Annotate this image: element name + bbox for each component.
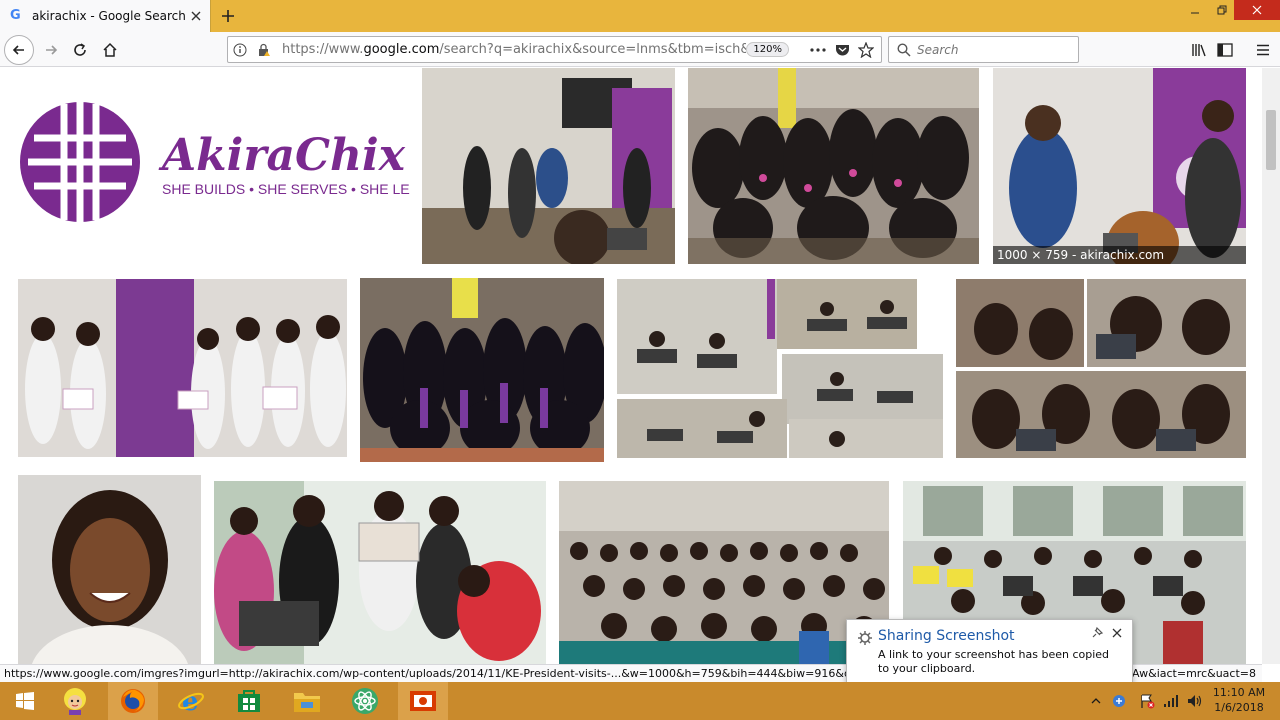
sharing-screenshot-notification[interactable]: Sharing Screenshot A link to your screen… bbox=[846, 619, 1133, 684]
menu-button[interactable] bbox=[1248, 35, 1278, 65]
taskbar-store[interactable] bbox=[224, 682, 274, 720]
image-result-ke-president-visit[interactable]: 1000 × 759 - akirachix.com bbox=[993, 68, 1246, 264]
tray-network[interactable] bbox=[1160, 682, 1182, 720]
home-button[interactable] bbox=[95, 35, 125, 65]
back-button[interactable] bbox=[4, 35, 34, 65]
image-result-portrait-smiling-woman[interactable] bbox=[18, 475, 201, 664]
tray-security-alert[interactable] bbox=[1136, 682, 1158, 720]
image-result-girls-with-laptops[interactable] bbox=[214, 481, 546, 664]
restore-button[interactable] bbox=[1207, 0, 1237, 20]
taskbar-atom[interactable] bbox=[340, 682, 390, 720]
image-result-akirachix-logo[interactable]: AkiraChix SHE BUILDS • SHE SERVES • SHE … bbox=[14, 68, 410, 264]
taskbar-clock[interactable]: 11:10 AM 1/6/2018 bbox=[1206, 685, 1272, 715]
forward-arrow-icon bbox=[46, 45, 58, 55]
url-text[interactable]: https://www.google.com/search?q=akirachi… bbox=[276, 42, 746, 57]
internet-explorer-icon: e bbox=[178, 687, 204, 715]
image-dimensions-caption: 1000 × 759 - akirachix.com bbox=[993, 246, 1246, 264]
svg-text:e: e bbox=[182, 687, 199, 715]
tab-title: akirachix - Google Search bbox=[32, 9, 186, 23]
status-bar-url-tail: wAw&iact=mrc&uact=8 bbox=[1119, 667, 1256, 680]
vertical-scrollbar[interactable] bbox=[1262, 68, 1280, 664]
tab-akirachix-search[interactable]: G akirachix - Google Search bbox=[0, 0, 211, 32]
pin-icon[interactable] bbox=[1090, 626, 1104, 640]
clock-time: 11:10 AM bbox=[1212, 686, 1266, 699]
firefox-window: G akirachix - Google Search https://www.… bbox=[0, 0, 1280, 720]
cartoon-avatar-icon bbox=[64, 688, 86, 715]
reload-icon bbox=[74, 43, 86, 56]
firefox-icon bbox=[121, 689, 145, 713]
flag-alert-icon bbox=[1141, 694, 1155, 709]
show-hidden-icons-button[interactable] bbox=[1088, 682, 1104, 720]
chevron-up-icon bbox=[1091, 698, 1101, 704]
image-result-auditorium-audience[interactable] bbox=[559, 481, 889, 664]
logo-tagline-text: SHE BUILDS • SHE SERVES • SHE LEADS bbox=[162, 181, 410, 197]
navigation-toolbar: https://www.google.com/search?q=akirachi… bbox=[0, 32, 1280, 67]
notification-close-icon[interactable] bbox=[1110, 626, 1124, 640]
page-actions-icon[interactable] bbox=[809, 41, 827, 59]
notification-title: Sharing Screenshot bbox=[878, 628, 1015, 644]
network-share-icon bbox=[1113, 695, 1125, 707]
hamburger-icon bbox=[1257, 44, 1269, 56]
search-bar[interactable] bbox=[888, 36, 1079, 63]
close-window-button[interactable] bbox=[1234, 0, 1280, 20]
notification-body: A link to your screenshot has been copie… bbox=[878, 648, 1110, 675]
tab-strip: G akirachix - Google Search bbox=[0, 0, 1280, 32]
taskbar-firefox[interactable] bbox=[108, 682, 158, 720]
forward-button[interactable] bbox=[36, 35, 66, 65]
home-icon bbox=[103, 42, 117, 57]
windows-logo-icon bbox=[16, 692, 34, 710]
clock-date: 1/6/2018 bbox=[1214, 701, 1264, 714]
tray-share-status[interactable] bbox=[1108, 682, 1130, 720]
reload-button[interactable] bbox=[65, 35, 95, 65]
library-icon bbox=[1192, 44, 1206, 57]
screenshot-tool-icon bbox=[858, 631, 872, 645]
store-icon bbox=[238, 690, 260, 712]
tray-volume[interactable] bbox=[1184, 682, 1206, 720]
tab-close-icon[interactable] bbox=[186, 6, 206, 26]
taskbar-screenshot-tool[interactable] bbox=[398, 682, 448, 720]
taskbar-internet-explorer[interactable]: e bbox=[166, 682, 216, 720]
bookmark-star-icon[interactable] bbox=[857, 41, 875, 59]
image-result-presentation-room[interactable] bbox=[422, 68, 675, 264]
new-tab-button[interactable] bbox=[216, 4, 240, 28]
image-result-group-photo-black-shirts[interactable] bbox=[688, 68, 979, 264]
image-result-graduation-gowns[interactable] bbox=[360, 278, 604, 462]
image-results-grid: AkiraChix SHE BUILDS • SHE SERVES • SHE … bbox=[0, 68, 1262, 664]
windows-taskbar: e 11:10 AM 1/6/2018 bbox=[0, 682, 1280, 720]
sidebar-button[interactable] bbox=[1210, 35, 1240, 65]
back-arrow-icon bbox=[12, 45, 24, 55]
taskbar-file-explorer[interactable] bbox=[282, 682, 332, 720]
info-icon[interactable] bbox=[231, 41, 249, 59]
google-g-icon: G bbox=[10, 8, 21, 23]
windows-start-button[interactable] bbox=[0, 682, 50, 720]
zoom-level-badge[interactable]: 120% bbox=[746, 42, 789, 57]
screenshot-app-icon bbox=[410, 691, 436, 711]
image-result-certificates-group[interactable] bbox=[18, 279, 347, 457]
taskbar-user-avatar[interactable] bbox=[50, 682, 100, 720]
speaker-icon bbox=[1188, 695, 1202, 707]
atom-icon bbox=[352, 688, 378, 714]
image-result-laptop-classes-collage[interactable] bbox=[956, 279, 1246, 458]
folder-icon bbox=[294, 693, 320, 712]
sidebar-icon bbox=[1217, 43, 1233, 57]
pocket-icon[interactable] bbox=[833, 41, 851, 59]
search-input[interactable] bbox=[917, 42, 1067, 57]
lock-warning-icon[interactable] bbox=[255, 41, 273, 59]
address-bar[interactable]: https://www.google.com/search?q=akirachi… bbox=[227, 36, 882, 63]
scrollbar-thumb[interactable] bbox=[1266, 110, 1276, 170]
search-icon bbox=[897, 42, 911, 57]
signal-bars-icon bbox=[1164, 695, 1178, 707]
logo-brand-text: AkiraChix bbox=[158, 130, 406, 181]
minimize-button[interactable] bbox=[1180, 0, 1210, 20]
image-result-training-room-collage[interactable] bbox=[617, 279, 943, 458]
